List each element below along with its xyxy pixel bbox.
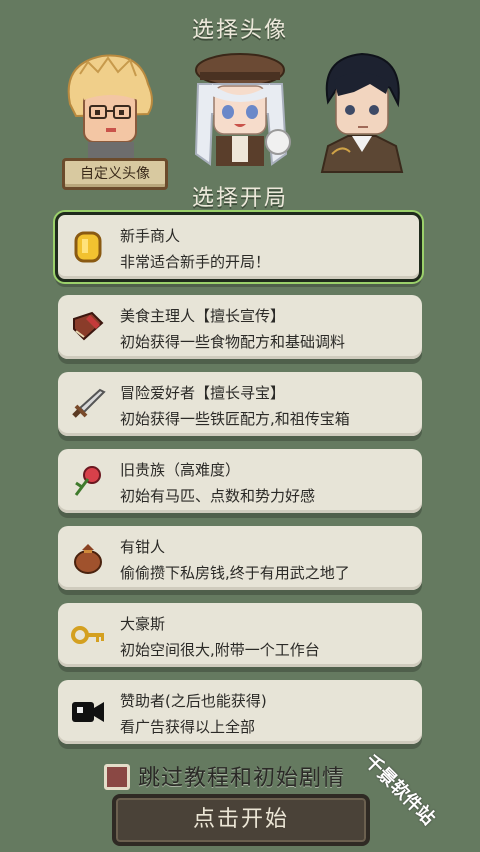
option-desc: 看广告获得以上全部 bbox=[120, 718, 256, 736]
option-name: 旧贵族（高难度） bbox=[120, 461, 241, 479]
option-name: 冒险爱好者【擅长寻宝】 bbox=[120, 384, 286, 402]
choose-avatar-title: 选择头像 bbox=[191, 18, 288, 43]
skip-tutorial-checkbox[interactable] bbox=[104, 764, 130, 790]
skip-tutorial-label: 跳过教程和初始剧情 bbox=[138, 766, 346, 791]
option-rich-person[interactable]: 有钳人 偷偷攒下私房钱,终于有用武之地了 bbox=[58, 526, 422, 590]
start-button[interactable]: 点击开始 bbox=[112, 794, 370, 846]
option-name: 赞助者(之后也能获得) bbox=[120, 692, 267, 710]
option-desc: 初始空间很大,附带一个工作台 bbox=[120, 641, 320, 659]
option-desc: 非常适合新手的开局！ bbox=[120, 253, 271, 271]
option-desc: 初始获得一些铁匠配方,和祖传宝箱 bbox=[120, 410, 350, 428]
money-bag-icon bbox=[70, 540, 106, 576]
option-name: 有钳人 bbox=[120, 538, 166, 556]
recipe-book-icon bbox=[70, 309, 106, 345]
blonde-boy-avatar[interactable] bbox=[52, 44, 172, 174]
option-name: 美食主理人【擅长宣传】 bbox=[120, 307, 286, 325]
choose-start-title: 选择开局 bbox=[191, 186, 288, 211]
option-adventure-lover[interactable]: 冒险爱好者【擅长寻宝】 初始获得一些铁匠配方,和祖传宝箱 bbox=[58, 372, 422, 436]
black-hair-boy-avatar[interactable] bbox=[302, 44, 422, 174]
white-hair-girl-avatar[interactable] bbox=[182, 44, 302, 174]
start-options-list: 新手商人 非常适合新手的开局！ 美食主理人【擅长宣传】 初始获得一些食物配方和基… bbox=[55, 212, 422, 757]
sword-icon bbox=[70, 386, 106, 422]
gold-coin-icon bbox=[70, 229, 106, 265]
option-food-manager[interactable]: 美食主理人【擅长宣传】 初始获得一些食物配方和基础调料 bbox=[58, 295, 422, 359]
rose-icon bbox=[70, 463, 106, 499]
watermark-text: 千景软件站 bbox=[360, 750, 439, 830]
option-name: 新手商人 bbox=[120, 227, 181, 245]
option-desc: 偷偷攒下私房钱,终于有用武之地了 bbox=[120, 564, 350, 582]
option-old-noble[interactable]: 旧贵族（高难度） 初始有马匹、点数和势力好感 bbox=[58, 449, 422, 513]
option-novice-merchant[interactable]: 新手商人 非常适合新手的开局！ bbox=[55, 212, 422, 282]
video-camera-icon bbox=[70, 694, 106, 730]
option-desc: 初始获得一些食物配方和基础调料 bbox=[120, 333, 346, 351]
key-icon bbox=[70, 617, 106, 653]
option-big-house[interactable]: 大豪斯 初始空间很大,附带一个工作台 bbox=[58, 603, 422, 667]
option-sponsor[interactable]: 赞助者(之后也能获得) 看广告获得以上全部 bbox=[58, 680, 422, 744]
option-desc: 初始有马匹、点数和势力好感 bbox=[120, 487, 316, 505]
option-name: 大豪斯 bbox=[120, 615, 166, 633]
